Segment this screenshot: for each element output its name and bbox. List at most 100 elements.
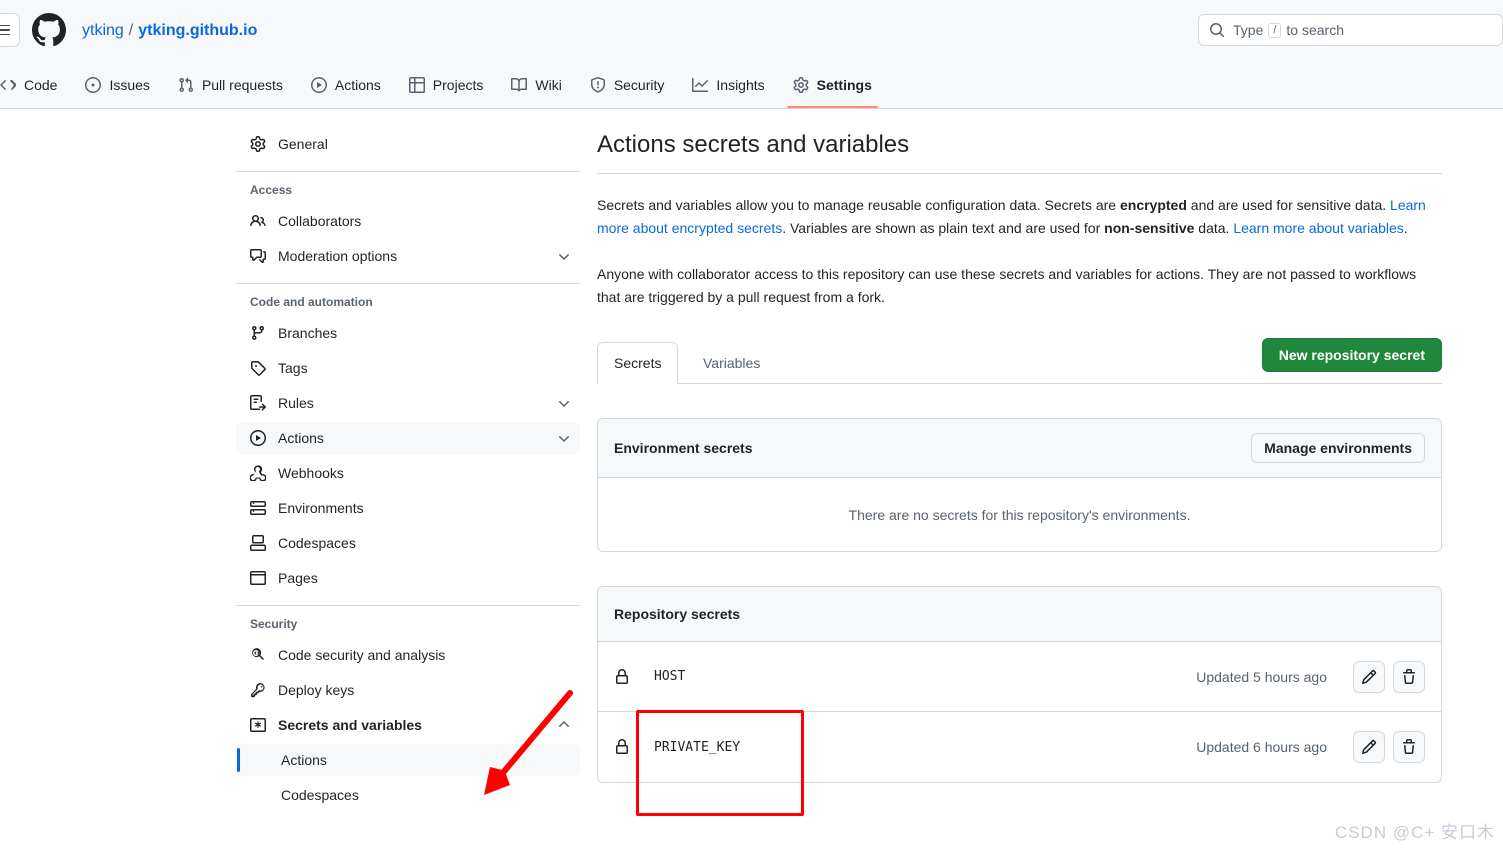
sidebar-item-label: Environments xyxy=(278,500,364,516)
repo-nav-label: Settings xyxy=(816,76,872,93)
sidebar-item-label: Deploy keys xyxy=(278,682,355,698)
lock-icon xyxy=(614,739,630,755)
repository-secrets-panel: Repository secrets HOST Updated 5 hours a… xyxy=(597,586,1442,783)
secret-name: HOST xyxy=(654,669,686,684)
description-paragraph-2: Anyone with collaborator access to this … xyxy=(597,266,1417,305)
repo-nav-actions[interactable]: Actions xyxy=(297,61,395,108)
watermark: CSDN @C+ 安口木 xyxy=(1334,823,1495,842)
sidebar-item-code-security-and-analysis[interactable]: Code security and analysis xyxy=(236,639,580,671)
secret-row: PRIVATE_KEY Updated 6 hours ago xyxy=(598,712,1441,782)
repo-nav-tabs: Code Issues Pull requests Actions Projects Wi… xyxy=(0,61,1503,109)
repo-nav-wiki[interactable]: Wiki xyxy=(497,61,575,108)
search-icon xyxy=(1209,22,1225,38)
description-paragraph-1: Secrets and variables allow you to manag… xyxy=(597,194,1442,240)
sidebar-subitem-actions[interactable]: Actions xyxy=(236,744,580,776)
sidebar-item-webhooks[interactable]: Webhooks xyxy=(236,457,580,489)
gear-icon xyxy=(250,136,266,152)
hamburger-icon[interactable] xyxy=(0,13,20,47)
sidebar-item-general[interactable]: General xyxy=(236,128,580,160)
sidebar-item-pages[interactable]: Pages xyxy=(236,562,580,594)
environment-secrets-panel: Environment secrets Manage environments … xyxy=(597,418,1442,552)
codescan-icon xyxy=(250,647,266,663)
repo-nav-issues[interactable]: Issues xyxy=(71,61,163,108)
manage-environments-button[interactable]: Manage environments xyxy=(1251,433,1425,463)
edit-secret-button[interactable] xyxy=(1353,660,1385,693)
repo-nav-label: Actions xyxy=(334,76,381,93)
gear-icon xyxy=(793,76,809,93)
sidebar-item-label: Rules xyxy=(278,395,314,411)
tab-variables[interactable]: Variables xyxy=(687,342,776,384)
breadcrumb-separator: / xyxy=(128,22,134,39)
search-slash-key: / xyxy=(1268,22,1282,38)
sidebar-item-deploy-keys[interactable]: Deploy keys xyxy=(236,674,580,706)
sidebar-item-secrets-and-variables[interactable]: Secrets and variables xyxy=(236,709,580,741)
shield-icon xyxy=(590,76,606,93)
sidebar-item-label: Branches xyxy=(278,325,338,341)
sidebar-item-rules[interactable]: Rules xyxy=(236,387,580,419)
environment-secrets-empty-message: There are no secrets for this repository… xyxy=(848,506,1191,523)
repo-nav-label: Pull requests xyxy=(201,76,283,93)
repo-nav-pull-requests[interactable]: Pull requests xyxy=(164,61,297,108)
desc-text-2: and are used for sensitive data. xyxy=(1186,197,1391,213)
comment-discussion-icon xyxy=(250,248,266,264)
sidebar-item-label: Secrets and variables xyxy=(278,717,422,733)
breadcrumb: ytking / ytking.github.io xyxy=(82,19,257,43)
secret-row: HOST Updated 5 hours ago xyxy=(598,642,1441,712)
sidebar-item-tags[interactable]: Tags xyxy=(236,352,580,384)
new-repository-secret-button[interactable]: New repository secret xyxy=(1261,338,1442,372)
key-icon xyxy=(250,682,266,698)
sidebar-item-label: Collaborators xyxy=(278,213,362,229)
book-icon xyxy=(511,77,528,93)
chevron-up-icon xyxy=(556,717,572,733)
sidebar-item-label: Actions xyxy=(278,430,324,446)
repo-nav-insights[interactable]: Insights xyxy=(678,61,778,108)
desc-bold-encrypted: encrypted xyxy=(1119,197,1187,213)
repo-nav-projects[interactable]: Projects xyxy=(395,61,498,108)
search-placeholder-suffix: to search xyxy=(1286,22,1345,38)
search-input[interactable]: Type / to search xyxy=(1198,14,1503,46)
secret-updated-time: Updated 6 hours ago xyxy=(1196,739,1327,755)
sidebar-item-environments[interactable]: Environments xyxy=(236,492,580,524)
chevron-down-icon xyxy=(556,248,572,264)
sidebar-item-label: Pages xyxy=(278,570,318,586)
sidebar-item-label: Codespaces xyxy=(278,535,356,551)
link-variables[interactable]: Learn more about variables xyxy=(1233,220,1403,236)
sidebar-item-moderation-options[interactable]: Moderation options xyxy=(236,240,580,272)
delete-secret-button[interactable] xyxy=(1393,731,1425,763)
desc-bold-nonsensitive: non-sensitive xyxy=(1104,220,1195,236)
repo-nav-code[interactable]: Code xyxy=(0,61,71,108)
sidebar-subitem-codespaces[interactable]: Codespaces xyxy=(236,779,580,811)
sidebar-item-label: Webhooks xyxy=(278,465,344,481)
repo-nav-label: Security xyxy=(613,76,665,93)
repo-nav-settings[interactable]: Settings xyxy=(779,61,886,108)
sidebar-item-branches[interactable]: Branches xyxy=(236,317,580,349)
sidebar-subitem-label: Codespaces xyxy=(281,787,359,803)
sidebar-group-title: Security xyxy=(250,617,298,631)
edit-secret-button[interactable] xyxy=(1353,731,1385,763)
environment-secrets-header: Environment secrets Manage environments xyxy=(598,419,1441,478)
breadcrumb-owner[interactable]: ytking xyxy=(82,22,124,39)
repo-nav-label: Insights xyxy=(716,76,765,93)
sidebar-item-label: Tags xyxy=(278,360,308,376)
delete-secret-button[interactable] xyxy=(1393,660,1425,693)
sidebar-subitem-label: Actions xyxy=(281,752,327,768)
title-divider xyxy=(597,173,1442,174)
code-icon xyxy=(0,77,16,93)
issue-opened-icon xyxy=(85,76,102,93)
repo-nav-label: Projects xyxy=(432,76,484,93)
sidebar-item-collaborators[interactable]: Collaborators xyxy=(236,205,580,237)
browser-icon xyxy=(250,570,266,586)
sidebar-group-title: Code and automation xyxy=(250,295,373,309)
breadcrumb-repo[interactable]: ytking.github.io xyxy=(138,22,257,39)
github-logo-icon[interactable] xyxy=(32,13,66,47)
sidebar-divider xyxy=(236,605,580,606)
graph-icon xyxy=(692,77,709,93)
desc-text-1: Secrets and variables allow you to manag… xyxy=(597,197,1120,213)
rules-icon xyxy=(250,395,266,411)
tab-secrets[interactable]: Secrets xyxy=(597,342,679,384)
repository-secrets-title: Repository secrets xyxy=(614,606,741,622)
asterisk-box-icon xyxy=(250,717,266,733)
sidebar-item-codespaces[interactable]: Codespaces xyxy=(236,527,580,559)
sidebar-item-actions[interactable]: Actions xyxy=(236,422,580,454)
repo-nav-security[interactable]: Security xyxy=(576,61,679,108)
